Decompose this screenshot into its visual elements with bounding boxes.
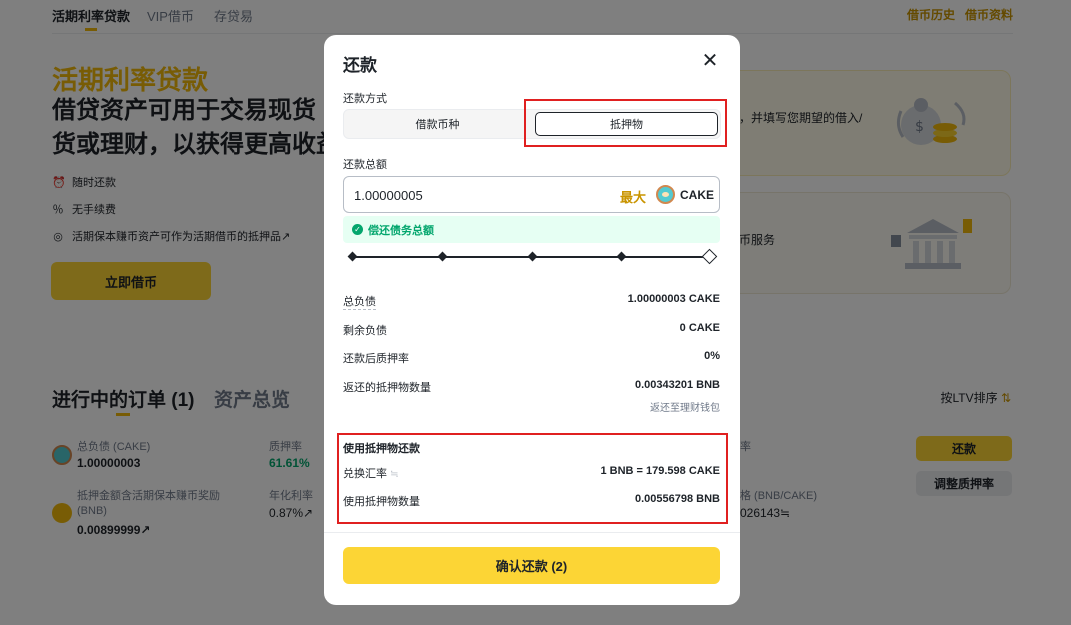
repay-method-loan-coin[interactable]: 借款币种 <box>344 110 531 138</box>
slider-mark[interactable] <box>437 251 448 262</box>
highlight-collateral-section <box>337 433 728 524</box>
close-icon[interactable]: ✕ <box>700 51 720 71</box>
repay-amount-field[interactable]: 1.00000005 最大 CAKE <box>343 176 720 213</box>
slider-mark[interactable] <box>347 251 358 262</box>
remaining-debt-label: 剩余负债 <box>343 325 387 337</box>
notice-text: 偿还债务总额 <box>368 224 434 237</box>
check-circle-icon: ✓ <box>352 224 363 235</box>
total-debt-label[interactable]: 总负债 <box>343 293 376 310</box>
remaining-debt-value: 0 CAKE <box>679 322 720 334</box>
return-destination-note: 返还至理财钱包 <box>650 403 720 414</box>
highlight-collateral-option <box>524 99 727 147</box>
slider-handle[interactable] <box>701 248 718 265</box>
modal-title: 还款 <box>343 56 377 75</box>
repay-amount-label: 还款总额 <box>343 159 387 171</box>
repay-method-label: 还款方式 <box>343 93 387 105</box>
confirm-repay-button[interactable]: 确认还款 (2) <box>343 547 720 584</box>
total-debt-value: 1.00000003 CAKE <box>627 293 720 305</box>
returned-collateral-label: 返还的抵押物数量 <box>343 382 431 394</box>
repay-amount-value[interactable]: 1.00000005 <box>354 188 423 203</box>
post-repay-ltv-label: 还款后质押率 <box>343 353 409 365</box>
repay-all-notice: ✓ 偿还债务总额 <box>343 216 720 243</box>
post-repay-ltv-value: 0% <box>704 350 720 362</box>
repay-percent-slider[interactable] <box>347 248 718 265</box>
modal-footer-divider <box>324 532 740 533</box>
returned-collateral-value: 0.00343201 BNB <box>634 379 720 391</box>
slider-mark[interactable] <box>527 251 538 262</box>
max-button[interactable]: 最大 <box>620 187 646 206</box>
slider-mark[interactable] <box>616 251 627 262</box>
cake-coin-icon <box>656 185 675 204</box>
coin-name: CAKE <box>680 188 715 202</box>
